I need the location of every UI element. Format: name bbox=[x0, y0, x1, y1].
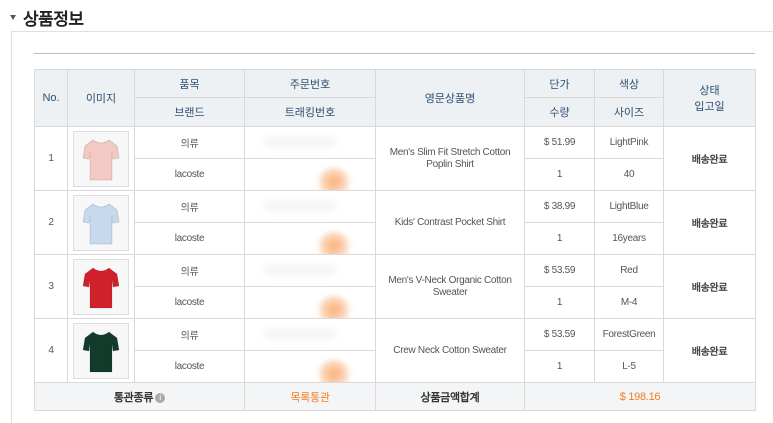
header-brand: 브랜드 bbox=[134, 97, 245, 127]
redacted-mark bbox=[316, 166, 352, 190]
tracking-no-blurred bbox=[244, 286, 376, 319]
customs-label-cell: 통관종류 i bbox=[34, 382, 245, 411]
row-no: 1 bbox=[34, 126, 68, 191]
product-image-cell bbox=[67, 318, 135, 383]
brand: lacoste bbox=[134, 286, 245, 319]
size: M-4 bbox=[594, 286, 664, 319]
header-no: No. bbox=[34, 69, 68, 127]
status: 배송완료 bbox=[663, 254, 756, 319]
size: 40 bbox=[594, 158, 664, 191]
pink-shirt-icon bbox=[81, 138, 121, 185]
header-unit-price: 단가 bbox=[524, 69, 595, 98]
header-category: 품목 bbox=[134, 69, 245, 98]
table-row: 2 의류 Kids' Contrast Pocket Shirt $ 38.99… bbox=[34, 190, 756, 255]
order-no-blurred bbox=[244, 190, 376, 223]
product-name: Men's Slim Fit Stretch Cotton Poplin Shi… bbox=[375, 126, 525, 191]
header-size: 사이즈 bbox=[594, 97, 664, 127]
size: 16years bbox=[594, 222, 664, 255]
product-thumbnail[interactable] bbox=[73, 258, 129, 315]
order-no-blurred bbox=[244, 254, 376, 287]
section-title: 상품정보 bbox=[23, 9, 84, 29]
category: 의류 bbox=[134, 254, 245, 287]
tracking-no-blurred bbox=[244, 222, 376, 255]
category: 의류 bbox=[134, 190, 245, 223]
header-quantity: 수량 bbox=[524, 97, 595, 127]
redacted-mark bbox=[265, 137, 335, 147]
status: 배송완료 bbox=[663, 190, 756, 255]
quantity: 1 bbox=[524, 286, 595, 319]
info-icon[interactable]: i bbox=[155, 392, 166, 403]
status: 배송완료 bbox=[663, 126, 756, 191]
tracking-no-blurred bbox=[244, 350, 376, 383]
row-no: 2 bbox=[34, 190, 68, 255]
quantity: 1 bbox=[524, 350, 595, 383]
customs-label: 통관종류 bbox=[113, 391, 154, 404]
size: L-5 bbox=[594, 350, 664, 383]
header-received-date: 입고일 bbox=[694, 101, 725, 113]
divider bbox=[34, 53, 755, 54]
table-footer: 통관종류 i 목록통관 상품금액합계 $ 198.16 bbox=[34, 382, 756, 411]
redacted-mark bbox=[265, 201, 335, 211]
product-thumbnail[interactable] bbox=[73, 194, 129, 251]
quantity: 1 bbox=[524, 222, 595, 255]
redacted-mark bbox=[265, 329, 335, 339]
quantity: 1 bbox=[524, 158, 595, 191]
table-row: 3 의류 Men's V-Neck Organic Cotton Sweater… bbox=[34, 254, 756, 319]
green-sweater-icon bbox=[81, 330, 121, 377]
header-image: 이미지 bbox=[67, 69, 135, 127]
brand: lacoste bbox=[134, 158, 245, 191]
unit-price: $ 53.59 bbox=[524, 318, 595, 351]
unit-price: $ 51.99 bbox=[524, 126, 595, 159]
category: 의류 bbox=[134, 126, 245, 159]
product-thumbnail[interactable] bbox=[73, 322, 129, 379]
product-image-cell bbox=[67, 190, 135, 255]
product-thumbnail[interactable] bbox=[73, 130, 129, 187]
customs-value: 목록통관 bbox=[244, 382, 376, 411]
status: 배송완료 bbox=[663, 318, 756, 383]
redacted-mark bbox=[316, 358, 352, 382]
product-name: Kids' Contrast Pocket Shirt bbox=[375, 190, 525, 255]
red-sweater-icon bbox=[81, 266, 121, 313]
caret-down-icon[interactable] bbox=[10, 14, 16, 20]
color: Red bbox=[594, 254, 664, 287]
header-status-date: 상태 입고일 bbox=[663, 69, 756, 127]
brand: lacoste bbox=[134, 222, 245, 255]
product-table: No. 이미지 품목 주문번호 영문상품명 단가 색상 상태 입고일 브랜드 트… bbox=[34, 69, 756, 411]
product-image-cell bbox=[67, 126, 135, 191]
product-name: Men's V-Neck Organic Cotton Sweater bbox=[375, 254, 525, 319]
product-image-cell bbox=[67, 254, 135, 319]
table-row: 4 의류 Crew Neck Cotton Sweater $ 53.59 Fo… bbox=[34, 318, 756, 383]
header-order-no: 주문번호 bbox=[244, 69, 376, 98]
total-value: $ 198.16 bbox=[524, 382, 756, 411]
color: LightBlue bbox=[594, 190, 664, 223]
tracking-no-blurred bbox=[244, 158, 376, 191]
color: ForestGreen bbox=[594, 318, 664, 351]
table-body: 1 의류 Men's Slim Fit Stretch Cotton Popli… bbox=[34, 126, 756, 383]
blue-shirt-icon bbox=[81, 202, 121, 249]
order-no-blurred bbox=[244, 318, 376, 351]
row-no: 3 bbox=[34, 254, 68, 319]
header-product-name: 영문상품명 bbox=[375, 69, 525, 127]
unit-price: $ 38.99 bbox=[524, 190, 595, 223]
redacted-mark bbox=[316, 294, 352, 318]
category: 의류 bbox=[134, 318, 245, 351]
color: LightPink bbox=[594, 126, 664, 159]
header-status: 상태 bbox=[699, 85, 720, 97]
unit-price: $ 53.59 bbox=[524, 254, 595, 287]
table-row: 1 의류 Men's Slim Fit Stretch Cotton Popli… bbox=[34, 126, 756, 191]
brand: lacoste bbox=[134, 350, 245, 383]
order-no-blurred bbox=[244, 126, 376, 159]
redacted-mark bbox=[265, 265, 335, 275]
row-no: 4 bbox=[34, 318, 68, 383]
product-name: Crew Neck Cotton Sweater bbox=[375, 318, 525, 383]
header-tracking-no: 트래킹번호 bbox=[244, 97, 376, 127]
redacted-mark bbox=[316, 230, 352, 254]
header-color: 색상 bbox=[594, 69, 664, 98]
total-label: 상품금액합계 bbox=[375, 382, 525, 411]
section-header[interactable]: 상품정보 bbox=[10, 6, 84, 29]
